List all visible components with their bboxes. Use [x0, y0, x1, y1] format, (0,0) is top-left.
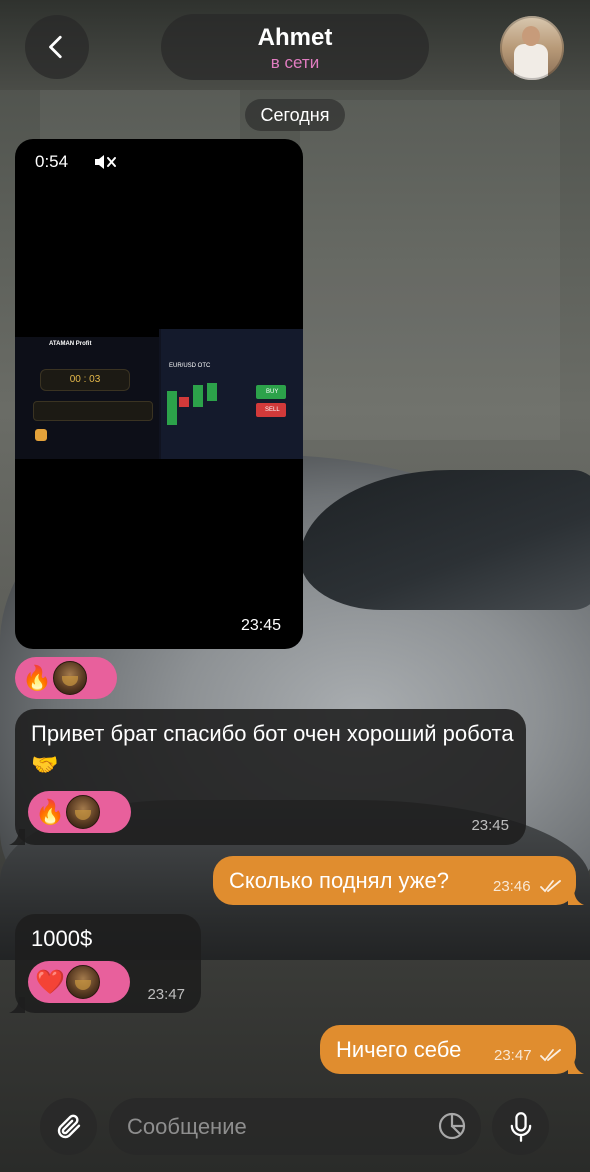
- bubble-tail-icon: [568, 1058, 584, 1074]
- thumbnail-right-screen: EUR/USD OTC BUY SELL: [161, 329, 303, 459]
- thumbnail-candle: [167, 391, 177, 425]
- thumbnail-status-bar: [15, 329, 159, 337]
- sticker-icon[interactable]: [437, 1111, 467, 1141]
- bubble-tail-icon: [568, 889, 584, 905]
- message-bubble-outgoing[interactable]: Ничего себе 23:47: [320, 1025, 576, 1074]
- thumbnail-nav-active: [35, 429, 47, 441]
- reaction-emoji: 🔥: [22, 664, 52, 692]
- microphone-icon: [510, 1111, 531, 1142]
- thumbnail-buy-button: BUY: [256, 385, 286, 399]
- wallpaper-wall-panel: [300, 100, 560, 440]
- reaction-pill[interactable]: 🔥: [15, 657, 117, 699]
- message-bubble-outgoing[interactable]: Сколько поднял уже? 23:46: [213, 856, 576, 905]
- reactor-avatar: [66, 965, 100, 999]
- thumbnail-left-screen: ATAMAN Profit 00 : 03: [15, 329, 159, 459]
- message-input[interactable]: Сообщение: [109, 1098, 481, 1155]
- thumbnail-app-title: ATAMAN Profit: [49, 341, 92, 347]
- message-input-placeholder: Сообщение: [127, 1114, 247, 1139]
- chat-title-pill[interactable]: Ahmet в сети: [161, 14, 429, 80]
- message-text: Привет брат спасибо бот очен хороший роб…: [31, 721, 514, 777]
- thumbnail-candle: [207, 383, 217, 401]
- message-text: 1000$: [31, 926, 93, 951]
- bubble-tail-icon: [9, 829, 25, 845]
- video-thumbnail: ATAMAN Profit 00 : 03 EUR/USD OTC BUY SE…: [15, 329, 303, 459]
- video-message[interactable]: 0:54 ATAMAN Profit 00 : 03 EUR/USD OTC B…: [15, 139, 303, 649]
- thumbnail-card: [33, 401, 153, 421]
- reactor-avatar: [66, 795, 100, 829]
- message-bubble-incoming[interactable]: Привет брат спасибо бот очен хороший роб…: [15, 709, 526, 845]
- thumbnail-candle: [179, 397, 189, 407]
- message-time: 23:46: [493, 878, 531, 895]
- read-check-icon: [540, 1049, 561, 1062]
- reaction-emoji: ❤️: [35, 968, 65, 996]
- paperclip-icon: [57, 1114, 80, 1138]
- reaction-pill[interactable]: 🔥: [28, 791, 131, 833]
- message-time: 23:45: [471, 817, 509, 834]
- chevron-left-icon: [49, 35, 62, 59]
- reactor-avatar: [53, 661, 87, 695]
- muted-speaker-icon: [95, 155, 116, 169]
- thumbnail-sell-button: SELL: [256, 403, 286, 417]
- contact-name: Ahmet: [257, 24, 333, 51]
- thumbnail-sell-label: SELL: [265, 407, 280, 413]
- attach-button[interactable]: [40, 1098, 97, 1155]
- message-bubble-incoming[interactable]: 1000$ ❤️ 23:47: [15, 914, 201, 1013]
- message-time: 23:47: [494, 1047, 532, 1064]
- reaction-pill[interactable]: ❤️: [28, 961, 130, 1003]
- thumbnail-buy-label: BUY: [266, 389, 279, 395]
- message-time: 23:45: [240, 617, 281, 634]
- contact-avatar[interactable]: [500, 16, 564, 80]
- read-check-icon: [540, 880, 561, 893]
- message-text: Ничего себе: [336, 1037, 462, 1062]
- bubble-tail-icon: [9, 997, 25, 1013]
- contact-status: в сети: [270, 53, 320, 72]
- video-duration: 0:54: [35, 152, 69, 171]
- message-time: 23:47: [147, 986, 185, 1003]
- avatar-frame: [500, 16, 564, 80]
- reaction-emoji: 🔥: [35, 798, 65, 826]
- voice-record-button[interactable]: [492, 1098, 549, 1155]
- thumbnail-candle: [193, 385, 203, 407]
- date-separator: Сегодня: [245, 99, 345, 131]
- thumbnail-pair: EUR/USD OTC: [169, 363, 211, 369]
- thumbnail-timer: 00 : 03: [40, 369, 130, 391]
- message-text: Сколько поднял уже?: [229, 868, 449, 893]
- back-button[interactable]: [25, 15, 89, 79]
